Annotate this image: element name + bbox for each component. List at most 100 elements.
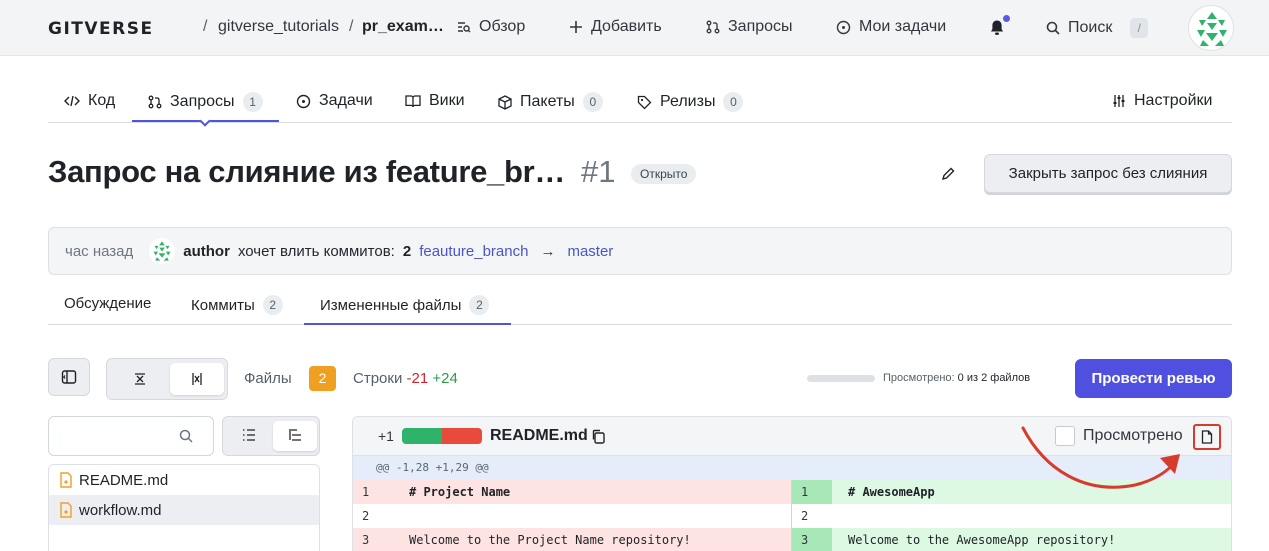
file-search-input[interactable] — [48, 416, 214, 456]
review-button[interactable]: Провести ревью — [1075, 359, 1232, 398]
tab-commits-label: Коммиты — [191, 296, 255, 314]
changed-files-count: 2 — [469, 295, 490, 315]
line-number: 2 — [792, 504, 832, 528]
breadcrumb-owner[interactable]: gitverse_tutorials — [218, 18, 339, 36]
code-line: # Project Name — [409, 485, 511, 499]
view-file-button[interactable] — [1193, 424, 1221, 450]
tab-releases[interactable]: Релизы 0 — [637, 92, 744, 112]
commit-count: 2 — [402, 242, 412, 260]
settings-icon — [1113, 95, 1125, 107]
user-avatar[interactable] — [1188, 5, 1234, 51]
copy-path-button[interactable] — [591, 429, 605, 448]
tab-commits[interactable]: Коммиты 2 — [191, 295, 283, 315]
issue-icon — [296, 94, 311, 108]
split-divider — [791, 480, 792, 551]
breadcrumb-separator: / — [203, 18, 208, 35]
diff-added-count: +1 — [378, 428, 394, 444]
diff-stat-added — [402, 428, 442, 444]
tab-settings-label: Настройки — [1134, 92, 1213, 109]
list-view-button[interactable] — [227, 421, 272, 451]
tab-packages[interactable]: Пакеты 0 — [498, 92, 603, 112]
file-tree-item[interactable]: workflow.md — [49, 495, 319, 525]
pr-time: час назад — [65, 242, 134, 260]
copy-icon — [592, 429, 605, 444]
pr-number: #1 — [581, 154, 616, 189]
source-branch-link[interactable]: feauture_branch — [419, 243, 528, 260]
unified-view-button[interactable] — [111, 363, 169, 395]
pr-title: Запрос на слияние из feature_br… — [48, 154, 566, 189]
code-line: Welcome to the AwesomeApp repository! — [848, 533, 1116, 547]
gitverse-logo[interactable]: GITVERSE — [48, 19, 154, 39]
nav-pull-requests-label: Запросы — [728, 18, 793, 35]
tab-settings[interactable]: Настройки — [1112, 92, 1212, 110]
nav-add[interactable]: Добавить — [569, 18, 662, 36]
tab-issues[interactable]: Задачи — [296, 92, 373, 110]
diff-stat-bar — [402, 428, 482, 444]
notifications-button[interactable] — [988, 15, 1010, 38]
search-button[interactable]: Поиск / — [1046, 18, 1149, 38]
wants-merge-text: хочет влить коммитов: — [237, 242, 395, 260]
tab-wiki-label: Вики — [429, 92, 465, 109]
pr-tabs: Обсуждение Коммиты 2 Измененные файлы 2 — [48, 290, 1232, 325]
nav-pull-requests[interactable]: Запросы — [706, 18, 793, 36]
bell-icon — [991, 20, 1003, 35]
breadcrumb-separator: / — [349, 18, 354, 35]
tree-view-toggle — [222, 416, 320, 456]
nav-my-issues[interactable]: Мои задачи — [836, 18, 946, 36]
tab-code[interactable]: Код — [64, 92, 115, 110]
viewed-checkbox[interactable] — [1055, 426, 1075, 446]
tab-wiki[interactable]: Вики — [405, 92, 465, 110]
nav-overview-label: Обзор — [479, 18, 526, 35]
issue-icon — [836, 20, 851, 34]
file-tree-item-label: workflow.md — [79, 501, 162, 519]
viewed-checkbox-label: Просмотрено — [1083, 427, 1183, 444]
tree-view-button[interactable] — [273, 421, 317, 451]
toggle-sidebar-button[interactable] — [48, 358, 90, 396]
breadcrumb-repo[interactable]: pr_exam… — [362, 18, 444, 36]
list-icon — [243, 429, 255, 441]
search-icon — [1046, 21, 1060, 35]
target-branch-link[interactable]: master — [567, 243, 613, 260]
commits-count: 2 — [262, 295, 283, 315]
file-tree: README.md workflow.md — [48, 464, 320, 551]
pencil-icon — [941, 167, 955, 181]
viewed-summary: Просмотрено: 0 из 2 файлов — [883, 372, 1030, 384]
plus-icon — [570, 21, 582, 33]
author-name[interactable]: author — [183, 243, 230, 260]
hunk-header: @@ -1,28 +1,29 @@ — [353, 456, 1231, 480]
active-pr-tab-indicator — [304, 323, 511, 325]
arrow-right-icon: → — [540, 242, 556, 260]
line-number: 1 — [792, 480, 832, 504]
code-line: # AwesomeApp — [848, 485, 935, 499]
file-changed-icon — [60, 502, 72, 518]
notification-dot — [1003, 15, 1010, 22]
diff-row: 1 # Project Name 1 # AwesomeApp — [353, 480, 1231, 504]
nav-overview[interactable]: Обзор — [457, 18, 525, 36]
tab-discussion[interactable]: Обсуждение — [64, 295, 151, 312]
repo-tabs: Код Запросы 1 Задачи Вики Пакеты 0 Релиз… — [48, 84, 1232, 127]
diff-right-line: # AwesomeApp — [832, 480, 1231, 504]
pull-request-icon — [148, 95, 162, 109]
avatar-identicon — [1197, 12, 1227, 46]
packages-count: 0 — [582, 92, 603, 112]
line-number: 3 — [792, 528, 832, 551]
unified-view-icon — [135, 373, 145, 385]
split-view-button[interactable] — [170, 363, 224, 395]
file-tree-item-label: README.md — [79, 471, 169, 489]
file-tree-item[interactable]: README.md — [49, 465, 319, 495]
tag-icon — [637, 95, 652, 109]
diff-filename[interactable]: README.md — [490, 427, 588, 445]
tab-changed-files[interactable]: Измененные файлы 2 — [320, 295, 490, 315]
overview-icon — [458, 22, 471, 33]
author-avatar[interactable] — [149, 238, 176, 264]
active-tab-notch — [199, 115, 211, 127]
line-number: 1 — [362, 485, 370, 499]
diff-stat-removed — [442, 428, 482, 444]
diff-row: 2 2 — [353, 504, 1231, 528]
close-without-merge-button[interactable]: Закрыть запрос без слияния — [984, 154, 1232, 193]
edit-title-button[interactable] — [940, 166, 956, 182]
pull-requests-count: 1 — [242, 92, 263, 112]
line-number: 2 — [362, 509, 370, 523]
file-icon — [1201, 430, 1213, 444]
tab-pull-requests[interactable]: Запросы 1 — [148, 92, 263, 112]
